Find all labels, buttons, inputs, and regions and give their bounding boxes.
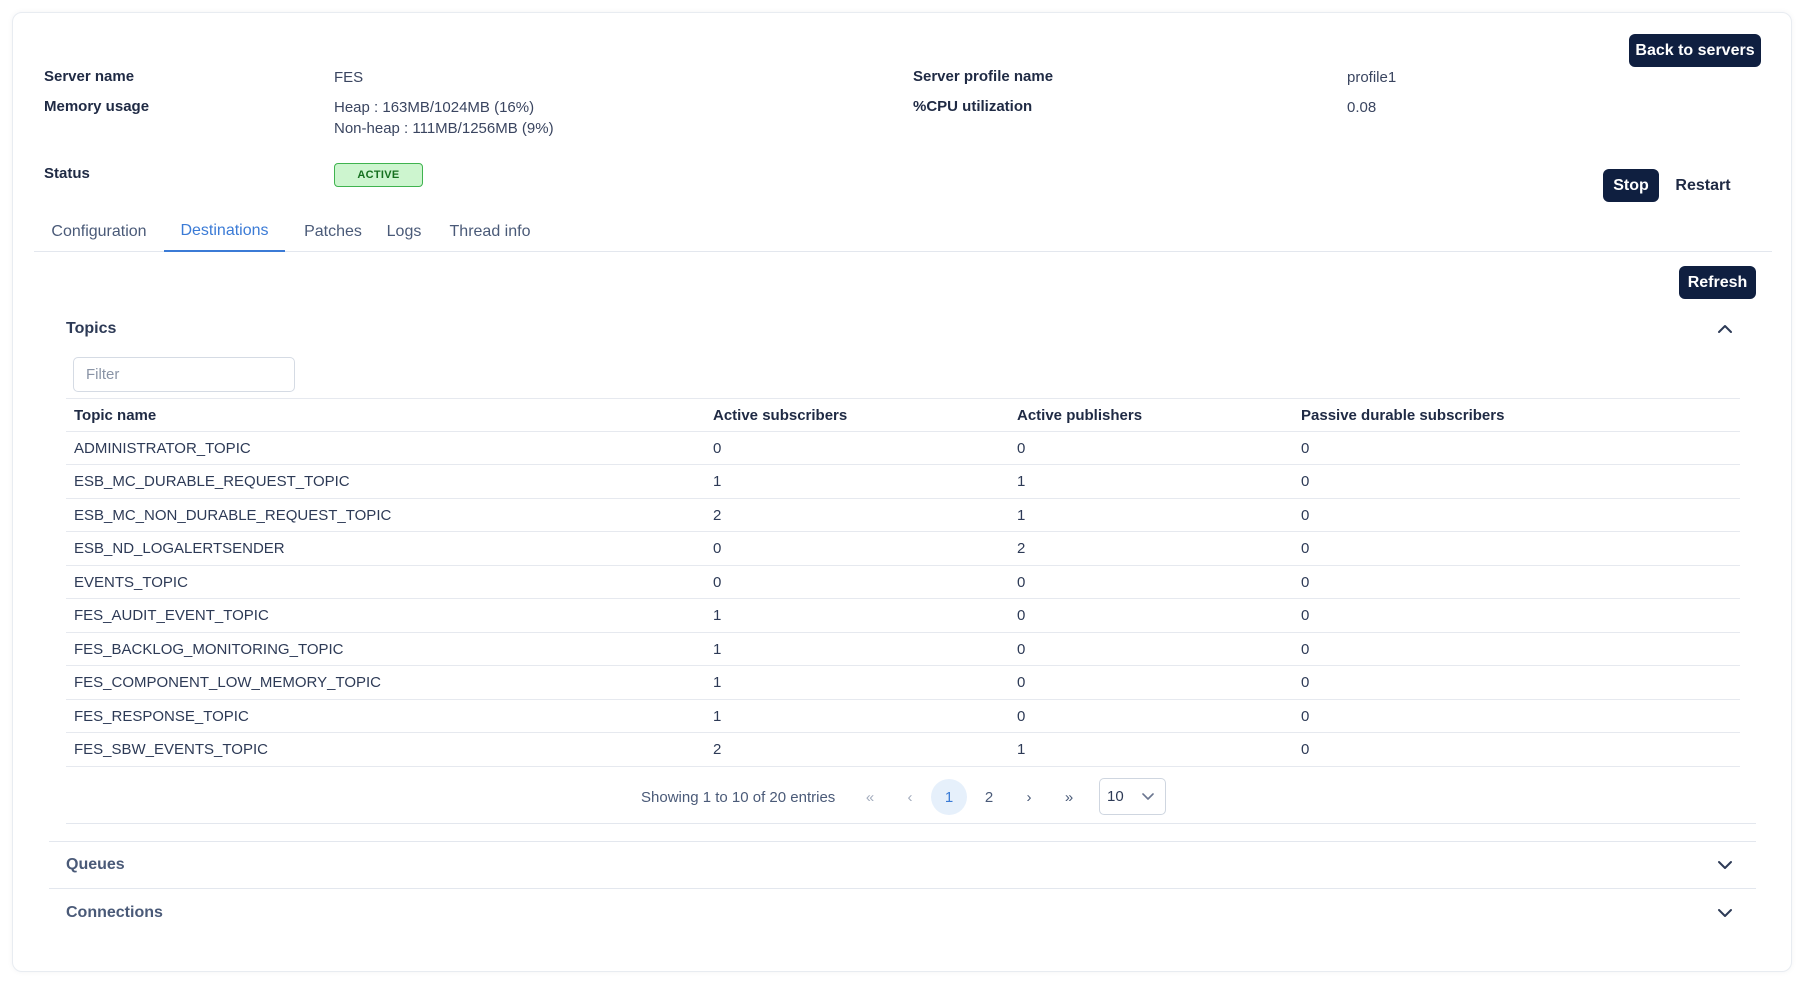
- table-row: FES_SBW_EVENTS_TOPIC 2 1 0: [66, 733, 1740, 767]
- stop-button[interactable]: Stop: [1603, 169, 1659, 202]
- passive-durable-subscribers-cell: 0: [1301, 640, 1310, 658]
- active-subscribers-cell: 0: [713, 439, 722, 457]
- chevron-up-icon[interactable]: [1716, 320, 1734, 338]
- table-row: FES_BACKLOG_MONITORING_TOPIC 1 0 0: [66, 633, 1740, 666]
- active-subscribers-cell: 0: [713, 540, 722, 557]
- active-publishers-cell: 1: [1017, 741, 1026, 758]
- cpu-utilization-value: 0.08: [1347, 99, 1377, 116]
- first-page-button[interactable]: «: [852, 779, 888, 815]
- active-publishers-cell: 0: [1017, 573, 1026, 591]
- column-header-topic-name[interactable]: Topic name: [74, 399, 156, 432]
- active-publishers-cell: 1: [1017, 473, 1026, 490]
- topic-name-cell: ESB_ND_LOGALERTSENDER: [74, 540, 285, 557]
- active-publishers-cell: 0: [1017, 674, 1026, 691]
- topics-table: Topic name Active subscribers Active pub…: [66, 398, 1740, 767]
- section-divider: [49, 888, 1756, 889]
- table-row: ESB_ND_LOGALERTSENDER 0 2 0: [66, 532, 1740, 566]
- table-row: FES_AUDIT_EVENT_TOPIC 1 0 0: [66, 599, 1740, 633]
- connections-section-title[interactable]: Connections: [66, 904, 163, 922]
- active-subscribers-cell: 0: [713, 573, 722, 591]
- passive-durable-subscribers-cell: 0: [1301, 573, 1310, 591]
- cpu-utilization-label: %CPU utilization: [913, 98, 1033, 115]
- active-publishers-cell: 0: [1017, 707, 1026, 725]
- topics-filter-input[interactable]: [73, 357, 295, 392]
- active-subscribers-cell: 1: [713, 707, 722, 725]
- tab-configuration[interactable]: Configuration: [42, 212, 156, 252]
- topic-name-cell: FES_SBW_EVENTS_TOPIC: [74, 741, 268, 758]
- heap-usage-value: Heap : 163MB/1024MB (16%): [334, 99, 535, 116]
- topic-name-cell: EVENTS_TOPIC: [74, 573, 188, 591]
- table-row: FES_COMPONENT_LOW_MEMORY_TOPIC 1 0 0: [66, 666, 1740, 700]
- topic-name-cell: FES_BACKLOG_MONITORING_TOPIC: [74, 640, 344, 658]
- column-header-active-publishers[interactable]: Active publishers: [1017, 399, 1142, 432]
- active-subscribers-cell: 1: [713, 607, 722, 624]
- prev-page-button[interactable]: ‹: [892, 779, 928, 815]
- active-publishers-cell: 0: [1017, 640, 1026, 658]
- topic-name-cell: ADMINISTRATOR_TOPIC: [74, 439, 251, 457]
- refresh-button[interactable]: Refresh: [1679, 266, 1756, 299]
- chevron-down-icon: [1142, 793, 1154, 800]
- column-header-passive-durable-subscribers[interactable]: Passive durable subscribers: [1301, 399, 1504, 432]
- back-to-servers-button[interactable]: Back to servers: [1629, 34, 1761, 67]
- active-subscribers-cell: 1: [713, 473, 722, 490]
- nonheap-usage-value: Non-heap : 111MB/1256MB (9%): [334, 120, 554, 137]
- active-publishers-cell: 1: [1017, 506, 1026, 524]
- topic-name-cell: ESB_MC_DURABLE_REQUEST_TOPIC: [74, 473, 350, 490]
- topics-section-title: Topics: [66, 320, 117, 337]
- active-publishers-cell: 0: [1017, 607, 1026, 624]
- tab-bar: Configuration Destinations Patches Logs …: [34, 212, 1772, 252]
- server-profile-label: Server profile name: [913, 68, 1054, 85]
- passive-durable-subscribers-cell: 0: [1301, 506, 1310, 524]
- server-name-label: Server name: [44, 68, 135, 85]
- last-page-button[interactable]: »: [1051, 779, 1087, 815]
- tab-destinations[interactable]: Destinations: [164, 212, 285, 252]
- page-size-select[interactable]: 10: [1099, 778, 1166, 815]
- topic-name-cell: FES_COMPONENT_LOW_MEMORY_TOPIC: [74, 674, 382, 691]
- active-subscribers-cell: 1: [713, 640, 722, 658]
- passive-durable-subscribers-cell: 0: [1301, 741, 1310, 758]
- passive-durable-subscribers-cell: 0: [1301, 473, 1310, 490]
- table-row: ESB_MC_DURABLE_REQUEST_TOPIC 1 1 0: [66, 465, 1740, 499]
- active-publishers-cell: 2: [1017, 540, 1026, 557]
- section-divider: [49, 841, 1756, 842]
- chevron-down-icon[interactable]: [1716, 856, 1734, 874]
- table-header-row: Topic name Active subscribers Active pub…: [66, 398, 1740, 432]
- next-page-button[interactable]: ›: [1011, 779, 1047, 815]
- topic-name-cell: FES_RESPONSE_TOPIC: [74, 707, 249, 725]
- status-badge: ACTIVE: [334, 163, 423, 187]
- topic-name-cell: ESB_MC_NON_DURABLE_REQUEST_TOPIC: [74, 506, 392, 524]
- pagination-info: Showing 1 to 10 of 20 entries: [641, 788, 836, 806]
- tab-patches[interactable]: Patches: [295, 212, 371, 252]
- page-2-button[interactable]: 2: [971, 779, 1007, 815]
- passive-durable-subscribers-cell: 0: [1301, 707, 1310, 725]
- server-name-value: FES: [334, 69, 364, 86]
- column-header-active-subscribers[interactable]: Active subscribers: [713, 399, 847, 432]
- active-publishers-cell: 0: [1017, 439, 1026, 457]
- tab-logs[interactable]: Logs: [380, 212, 428, 252]
- passive-durable-subscribers-cell: 0: [1301, 607, 1310, 624]
- pagination: Showing 1 to 10 of 20 entries « ‹ 1 2 › …: [0, 777, 1800, 817]
- passive-durable-subscribers-cell: 0: [1301, 540, 1310, 557]
- queues-section-title[interactable]: Queues: [66, 856, 125, 874]
- active-subscribers-cell: 2: [713, 741, 722, 758]
- table-row: ESB_MC_NON_DURABLE_REQUEST_TOPIC 2 1 0: [66, 499, 1740, 532]
- memory-usage-label: Memory usage: [44, 98, 150, 115]
- table-row: EVENTS_TOPIC 0 0 0: [66, 566, 1740, 599]
- table-row: ADMINISTRATOR_TOPIC 0 0 0: [66, 432, 1740, 465]
- topics-divider: [66, 823, 1756, 824]
- passive-durable-subscribers-cell: 0: [1301, 439, 1310, 457]
- tab-thread-info[interactable]: Thread info: [438, 212, 542, 252]
- page-1-button[interactable]: 1: [931, 779, 967, 815]
- topic-name-cell: FES_AUDIT_EVENT_TOPIC: [74, 607, 269, 624]
- restart-button[interactable]: Restart: [1665, 169, 1741, 202]
- page-size-value: 10: [1107, 788, 1124, 805]
- passive-durable-subscribers-cell: 0: [1301, 674, 1310, 691]
- server-profile-value: profile1: [1347, 69, 1397, 86]
- status-label: Status: [44, 165, 90, 182]
- table-row: FES_RESPONSE_TOPIC 1 0 0: [66, 700, 1740, 733]
- active-subscribers-cell: 2: [713, 506, 722, 524]
- active-subscribers-cell: 1: [713, 674, 722, 691]
- chevron-down-icon[interactable]: [1716, 904, 1734, 922]
